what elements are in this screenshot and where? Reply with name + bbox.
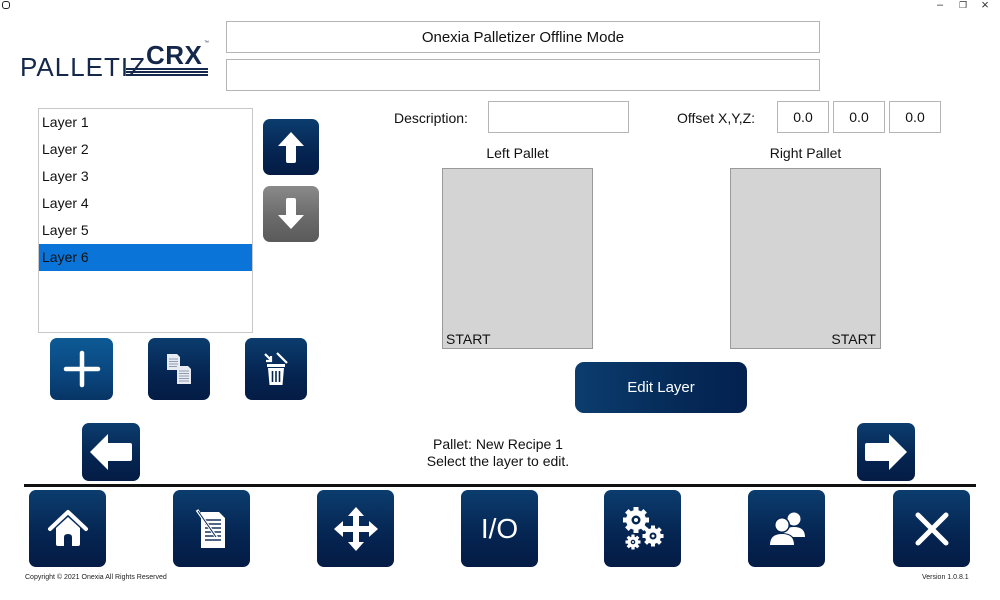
status-instruction: Select the layer to edit. — [426, 453, 570, 469]
exit-button[interactable] — [893, 490, 970, 567]
recipe-button[interactable] — [173, 490, 250, 567]
layer-item[interactable]: Layer 2 — [39, 136, 252, 163]
description-input[interactable] — [488, 101, 629, 133]
description-label: Description: — [394, 110, 468, 126]
jog-button[interactable] — [317, 490, 394, 567]
move-arrows-icon — [333, 506, 378, 551]
layer-list[interactable]: Layer 1 Layer 2 Layer 3 Layer 4 Layer 5 … — [38, 108, 253, 333]
io-button[interactable]: I/O — [461, 490, 538, 567]
settings-button[interactable] — [604, 490, 681, 567]
add-layer-button[interactable] — [50, 338, 113, 400]
back-button[interactable] — [82, 423, 140, 481]
home-icon — [47, 509, 88, 546]
arrow-left-icon — [90, 434, 132, 470]
offset-y-input[interactable] — [833, 101, 885, 133]
logo: PALLETIZ CRX ™ — [20, 40, 220, 82]
arrow-right-icon — [865, 434, 907, 470]
close-icon — [915, 512, 948, 545]
offset-label: Offset X,Y,Z: — [677, 110, 756, 126]
copy-icon — [167, 354, 191, 384]
header-message — [226, 59, 820, 91]
logo-trademark: ™ — [204, 40, 209, 46]
logo-underline — [126, 68, 208, 76]
maximize-button[interactable]: ❐ — [953, 0, 973, 14]
toolbar-divider — [24, 484, 976, 487]
minimize-button[interactable]: – — [930, 0, 950, 14]
trash-icon — [264, 352, 288, 385]
copy-layer-button[interactable] — [148, 338, 210, 400]
status-pallet-name: Pallet: New Recipe 1 — [433, 436, 563, 452]
copyright-text: Copyright © 2021 Onexia All Rights Reser… — [25, 574, 167, 581]
left-pallet-title: Left Pallet — [486, 145, 549, 161]
move-layer-down-button[interactable] — [263, 186, 319, 242]
right-pallet[interactable]: START — [730, 168, 881, 349]
logo-brand: CRX — [146, 40, 203, 70]
document-edit-icon — [195, 508, 225, 548]
gears-icon — [622, 506, 663, 549]
layer-item[interactable]: Layer 1 — [39, 109, 252, 136]
header-title: Onexia Palletizer Offline Mode — [226, 21, 820, 53]
offset-x-input[interactable] — [777, 101, 829, 133]
layer-item[interactable]: Layer 3 — [39, 163, 252, 190]
offset-z-input[interactable] — [889, 101, 941, 133]
left-pallet-start-label: START — [446, 331, 491, 347]
io-icon: I/O — [480, 512, 519, 544]
version-text: Version 1.0.8.1 — [922, 574, 969, 581]
next-button[interactable] — [857, 423, 915, 481]
edit-layer-button[interactable]: Edit Layer — [575, 362, 747, 413]
layer-item-selected[interactable]: Layer 6 — [39, 244, 252, 271]
left-pallet[interactable]: START — [442, 168, 593, 349]
status-message: Pallet: New Recipe 1 Select the layer to… — [300, 436, 696, 470]
delete-layer-button[interactable] — [245, 338, 307, 400]
users-icon — [767, 512, 805, 547]
right-pallet-start-label: START — [831, 331, 876, 347]
home-button[interactable] — [29, 490, 106, 567]
layer-item[interactable]: Layer 4 — [39, 190, 252, 217]
right-pallet-title: Right Pallet — [769, 145, 842, 161]
move-layer-up-button[interactable] — [263, 119, 319, 175]
arrow-up-icon — [278, 132, 304, 163]
app-icon — [2, 1, 10, 9]
arrow-down-icon — [278, 198, 304, 229]
close-window-button[interactable]: × — [975, 0, 995, 14]
users-button[interactable] — [748, 490, 825, 567]
layer-item[interactable]: Layer 5 — [39, 217, 252, 244]
plus-icon — [63, 350, 100, 388]
